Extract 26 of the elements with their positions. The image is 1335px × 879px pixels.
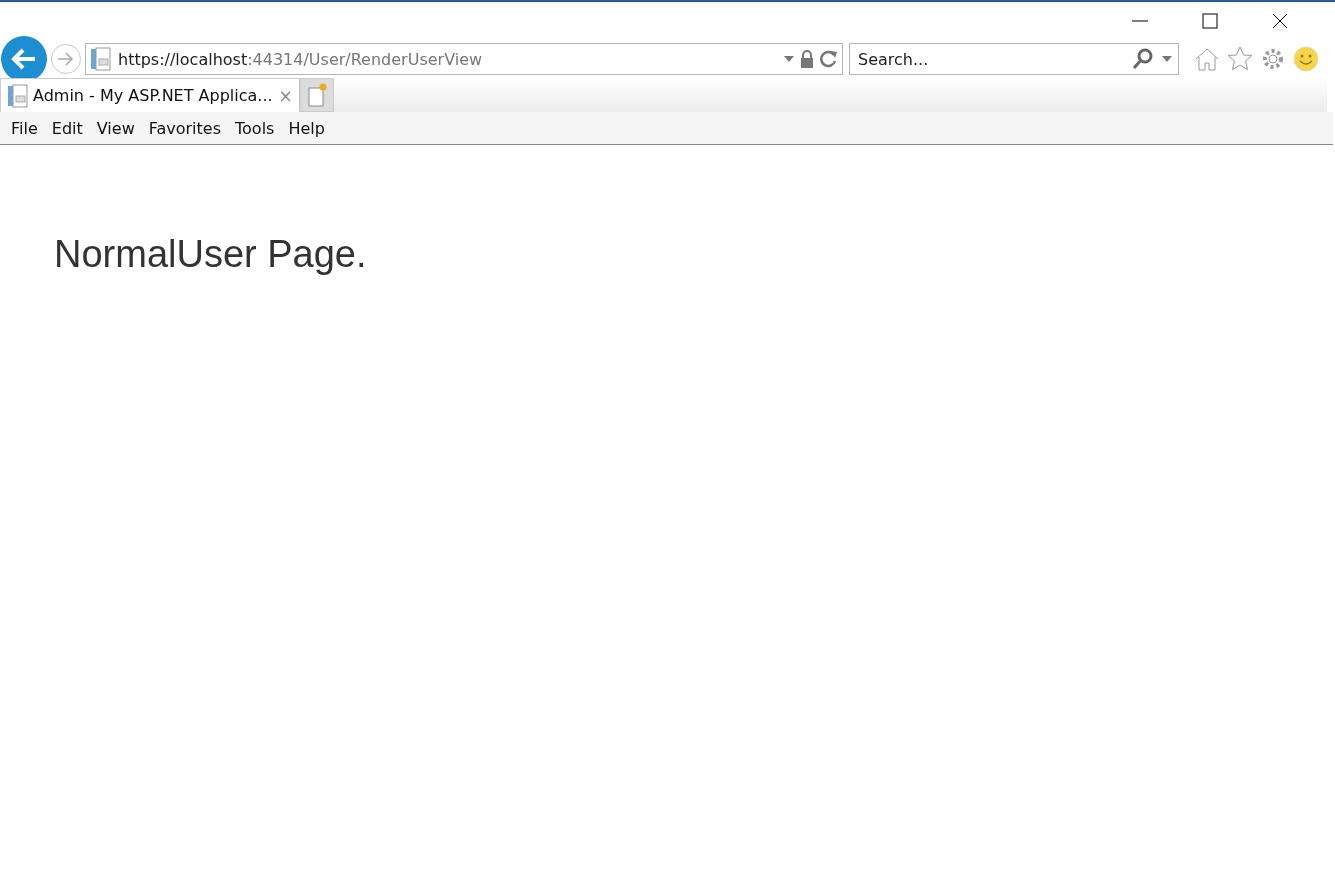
address-field[interactable]: https://localhost:44314/User/RenderUserView (85, 43, 843, 75)
star-icon[interactable] (1226, 45, 1253, 73)
tab-close-button[interactable]: × (276, 85, 295, 106)
page-heading: NormalUser Page. (54, 233, 368, 276)
menu-item[interactable]: File (4, 118, 45, 138)
search-icon[interactable] (1132, 48, 1154, 70)
search-field[interactable]: Search... (849, 43, 1179, 75)
page-icon (7, 83, 29, 108)
arrow-right-icon (57, 51, 75, 67)
menu-item[interactable]: Favorites (141, 118, 228, 138)
page-icon (90, 47, 112, 71)
menu-item[interactable]: Help (281, 118, 332, 138)
menu-item[interactable]: Edit (44, 118, 90, 138)
new-tab-button[interactable] (299, 78, 334, 112)
refresh-icon[interactable] (820, 50, 838, 68)
maximize-icon[interactable] (1202, 13, 1218, 29)
browser-tab[interactable]: Admin - My ASP.NET Applica... × (0, 78, 300, 112)
dropdown-icon[interactable] (784, 56, 794, 62)
lock-icon (800, 50, 814, 68)
url-text: https://localhost:44314/User/RenderUserView (118, 49, 484, 69)
menu-item[interactable]: Tools (228, 118, 282, 138)
dropdown-icon[interactable] (1162, 56, 1172, 62)
close-icon[interactable] (1272, 13, 1288, 29)
menu-item[interactable]: View (89, 118, 142, 138)
arrow-left-icon (11, 48, 37, 70)
smiley-icon[interactable] (1292, 45, 1319, 73)
